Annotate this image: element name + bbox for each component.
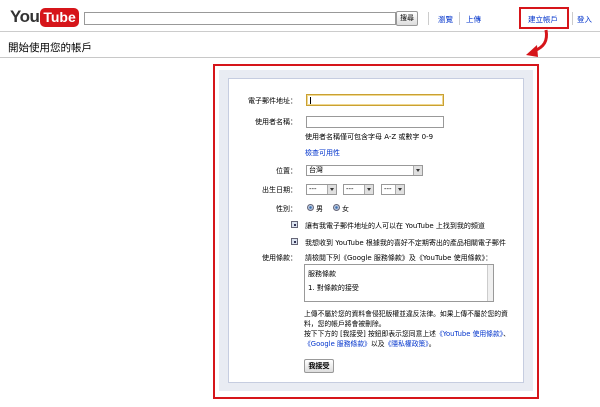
terms-line-2: 1. 對條款的接受: [308, 284, 359, 292]
location-value: 台灣: [309, 166, 323, 174]
header-divider: [0, 31, 600, 32]
upload-notice: 上傳不屬於您的資料會侵犯版權並違反法律。如果上傳不屬於您的資料，您的帳戶將會被刪…: [304, 310, 508, 328]
location-select[interactable]: 台灣: [306, 165, 423, 176]
terms-textarea[interactable]: 服務條款 1. 對條款的接受: [304, 264, 494, 302]
accept-button[interactable]: 我接受: [304, 359, 334, 373]
search-input[interactable]: [84, 12, 396, 25]
agree-prefix: 按下下方的 [我接受] 按鈕即表示您同意上述: [304, 330, 436, 338]
divider: [572, 12, 573, 25]
gender-female-radio[interactable]: [333, 204, 340, 211]
birthday-day-value: ---: [346, 185, 354, 193]
find-me-checkbox[interactable]: [291, 221, 298, 228]
agree-end: 。: [428, 340, 436, 348]
logo-you: You: [10, 7, 40, 26]
find-me-label: 讓有我電子郵件地址的人可以在 YouTube 上找到我的頻道: [305, 222, 485, 230]
username-label: 使用者名稱：: [255, 118, 297, 126]
upload-link[interactable]: 上傳: [466, 14, 481, 25]
divider: [428, 12, 429, 25]
chevron-down-icon: [327, 185, 336, 194]
chevron-down-icon: [395, 185, 404, 194]
youtube-logo[interactable]: You Tube: [10, 6, 79, 28]
create-account-link[interactable]: 建立帳戶: [528, 14, 558, 25]
agreement-text: 按下下方的 [我接受] 按鈕即表示您同意上述《YouTube 使用條款》、《Go…: [304, 329, 514, 349]
gender-male-radio[interactable]: [307, 204, 314, 211]
page-title: 開始使用您的帳戶: [8, 42, 92, 54]
email-opt-in-checkbox[interactable]: [291, 238, 298, 245]
terms-scrollbar[interactable]: [487, 265, 493, 301]
birthday-month-select[interactable]: ---: [306, 184, 337, 195]
check-availability-link[interactable]: 檢查可用性: [305, 148, 340, 158]
terms-label: 使用條款：: [262, 254, 297, 262]
terms-line-1: 服務條款: [308, 270, 336, 278]
gender-male-label: 男: [316, 205, 323, 213]
username-field[interactable]: [306, 116, 444, 128]
email-label: 電子郵件地址：: [248, 97, 297, 105]
title-divider: [0, 57, 600, 58]
privacy-policy-link[interactable]: 《隱私權政策》: [385, 340, 429, 348]
divider: [459, 12, 460, 25]
youtube-terms-link[interactable]: 《YouTube 使用條款》: [436, 330, 503, 338]
birthday-year-select[interactable]: ---: [381, 184, 405, 195]
agree-separator: 、: [503, 330, 510, 338]
chevron-down-icon: [413, 166, 422, 175]
birthday-day-select[interactable]: ---: [343, 184, 374, 195]
agree-and: 以及: [370, 340, 385, 348]
location-label: 位置：: [276, 167, 297, 175]
birthday-year-value: ---: [384, 185, 392, 193]
logo-tube: Tube: [40, 7, 79, 27]
browse-link[interactable]: 瀏覽: [438, 14, 453, 25]
arrow-icon: [526, 29, 548, 57]
email-field[interactable]: [306, 94, 444, 106]
google-terms-link[interactable]: 《Google 服務條款》: [304, 340, 371, 348]
birthday-label: 出生日期：: [262, 186, 297, 194]
gender-female-label: 女: [342, 205, 349, 213]
chevron-down-icon: [364, 185, 373, 194]
birthday-month-value: ---: [309, 185, 317, 193]
gender-label: 性別：: [276, 205, 297, 213]
search-button[interactable]: 搜尋: [396, 11, 418, 26]
email-opt-in-label: 我想收到 YouTube 根據我的喜好不定期寄出的產品相關電子郵件: [305, 239, 506, 247]
username-hint: 使用者名稱僅可包含字母 A-Z 或數字 0-9: [305, 133, 434, 141]
terms-instruction: 請檢閱下列《Google 服務條款》及《YouTube 使用條款》：: [305, 254, 493, 262]
sign-in-link[interactable]: 登入: [577, 14, 592, 25]
